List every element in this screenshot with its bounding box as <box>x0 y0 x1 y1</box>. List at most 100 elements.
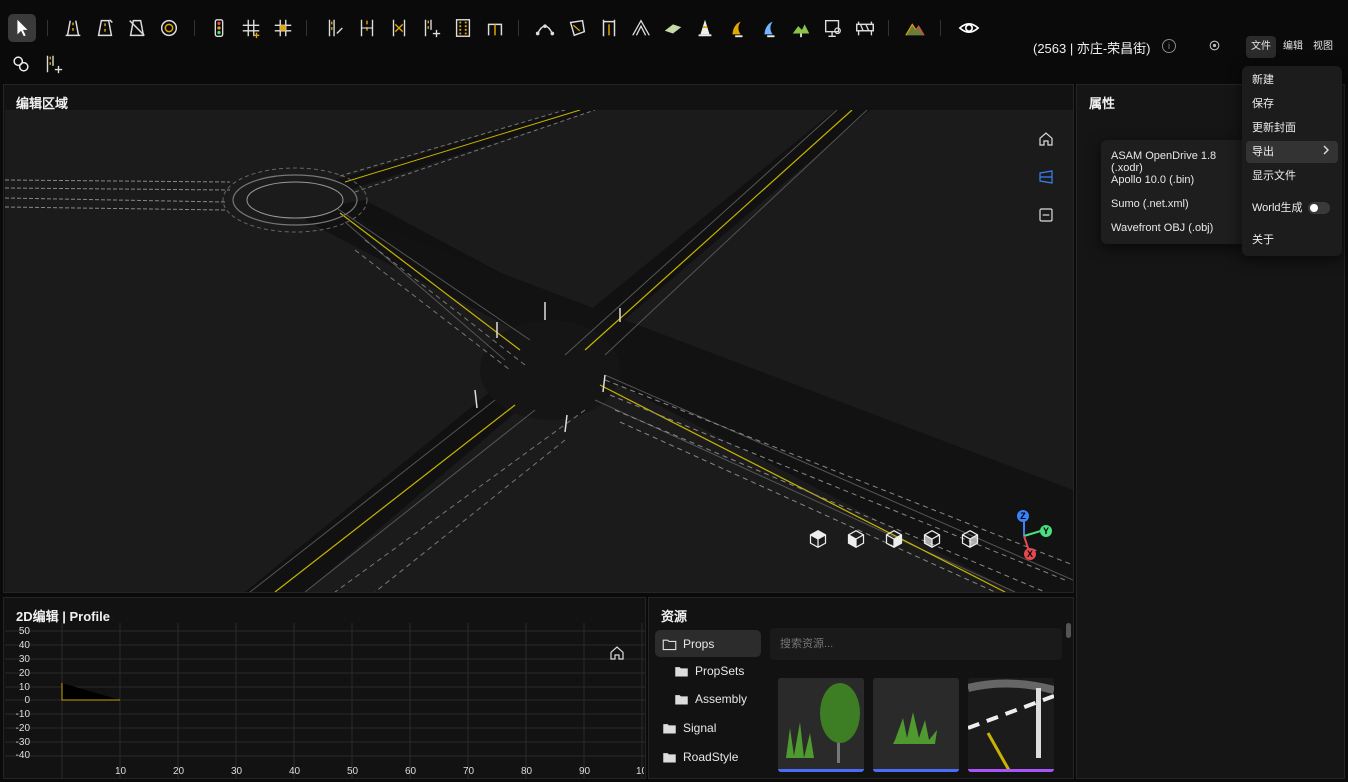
cube-left-icon[interactable] <box>922 529 942 552</box>
menu-item-world-gen[interactable]: World生成 <box>1246 197 1338 219</box>
tree-item-roadstyle[interactable]: RoadStyle <box>662 744 738 770</box>
y-tick-m20: -20 <box>15 723 30 734</box>
x-tick-20: 20 <box>173 766 185 777</box>
bridge-icon[interactable] <box>596 15 622 41</box>
lane-offset-icon[interactable] <box>386 15 412 41</box>
lane-link-icon[interactable] <box>482 15 508 41</box>
link-icon[interactable] <box>8 51 34 77</box>
menu-item-save[interactable]: 保存 <box>1246 93 1338 115</box>
lane-add-icon[interactable] <box>322 15 348 41</box>
tree-label-assembly: Assembly <box>695 692 748 706</box>
resource-scrollbar[interactable] <box>1066 623 1071 638</box>
resource-thumb-grass[interactable] <box>873 678 959 772</box>
road-delete-icon[interactable] <box>124 15 150 41</box>
tunnel-icon[interactable] <box>628 15 654 41</box>
junction-edit-icon[interactable] <box>270 15 296 41</box>
menu-edit[interactable]: 编辑 <box>1280 36 1306 58</box>
curve-icon[interactable] <box>532 15 558 41</box>
cube-top-icon[interactable] <box>808 529 828 552</box>
tree-label-props: Props <box>683 637 715 651</box>
menu-item-export[interactable]: 导出 <box>1246 141 1338 163</box>
viewport-3d[interactable] <box>5 110 1073 592</box>
menu-item-show-file[interactable]: 显示文件 <box>1246 165 1338 187</box>
billboard-icon[interactable] <box>820 15 846 41</box>
y-tick-10: 10 <box>18 682 30 693</box>
info-icon[interactable]: i <box>1162 39 1176 53</box>
road-icon[interactable] <box>60 15 86 41</box>
tree-label-roadstyle: RoadStyle <box>683 750 739 764</box>
export-submenu: ASAM OpenDrive 1.8 (.xodr) Apollo 10.0 (… <box>1101 140 1246 244</box>
cube-front-icon[interactable] <box>846 529 866 552</box>
eye-icon[interactable] <box>956 15 982 41</box>
x-tick-80: 80 <box>521 766 533 777</box>
menu-item-update-cover[interactable]: 更新封面 <box>1246 117 1338 139</box>
traffic-light-icon[interactable] <box>206 15 232 41</box>
folder-icon <box>663 752 676 762</box>
road-edit-icon[interactable] <box>92 15 118 41</box>
axis-gizmo[interactable]: Z Y X <box>1012 508 1060 564</box>
tree-icon[interactable] <box>788 15 814 41</box>
resource-search-input[interactable] <box>770 628 1062 660</box>
settings-icon[interactable] <box>1208 39 1221 55</box>
barrier-icon[interactable] <box>852 15 878 41</box>
resource-thumb-road-marking[interactable] <box>968 678 1054 772</box>
world-gen-toggle[interactable] <box>1308 202 1330 214</box>
tree-item-propsets[interactable]: PropSets <box>674 658 744 684</box>
lane-marking-icon[interactable] <box>450 15 476 41</box>
menu-view[interactable]: 视图 <box>1310 36 1336 58</box>
x-tick-60: 60 <box>405 766 417 777</box>
terrain-icon[interactable] <box>902 15 928 41</box>
properties-title: 属性 <box>1089 96 1116 111</box>
resource-thumb-grass-tree[interactable] <box>778 678 864 772</box>
sign-icon[interactable] <box>756 15 782 41</box>
minimize-icon[interactable] <box>1038 207 1054 226</box>
menu-item-about[interactable]: 关于 <box>1246 229 1338 251</box>
tree-label-propsets: PropSets <box>695 664 745 678</box>
cone-icon[interactable] <box>692 15 718 41</box>
x-tick-70: 70 <box>463 766 475 777</box>
axis-y-label: Y <box>1043 526 1049 536</box>
pointer-icon[interactable] <box>9 15 35 41</box>
tree-item-assembly[interactable]: Assembly <box>674 686 747 712</box>
roundabout-icon[interactable] <box>156 15 182 41</box>
x-tick-100: 10 <box>636 766 644 777</box>
resources-title: 资源 <box>661 609 688 624</box>
cube-back-icon[interactable] <box>960 529 980 552</box>
world-gen-label: World生成 <box>1252 202 1303 214</box>
tree-label-signal: Signal <box>683 721 717 735</box>
menu-item-new[interactable]: 新建 <box>1246 69 1338 91</box>
y-tick-0: 0 <box>24 695 30 706</box>
menu-item-export-label: 导出 <box>1252 146 1274 158</box>
file-menu: 新建 保存 更新封面 导出 显示文件 World生成 关于 <box>1242 66 1342 256</box>
y-tick-30: 30 <box>18 654 30 665</box>
lane-split-icon[interactable] <box>418 15 444 41</box>
home-icon[interactable] <box>1038 131 1054 150</box>
junction-add-icon[interactable] <box>238 15 264 41</box>
profile-home-icon[interactable] <box>609 645 625 664</box>
cube-right-icon[interactable] <box>884 529 904 552</box>
export-xodr[interactable]: ASAM OpenDrive 1.8 (.xodr) <box>1111 150 1246 174</box>
x-tick-50: 50 <box>347 766 359 777</box>
road-network <box>5 110 1073 592</box>
lane-insert-icon[interactable] <box>40 51 66 77</box>
folder-icon <box>675 694 688 704</box>
crosswalk-icon[interactable] <box>660 15 686 41</box>
lane-width-icon[interactable] <box>354 15 380 41</box>
x-tick-90: 90 <box>579 766 591 777</box>
axis-z-label: Z <box>1020 511 1026 521</box>
x-tick-10: 10 <box>115 766 127 777</box>
export-apollo[interactable]: Apollo 10.0 (.bin) <box>1111 174 1194 186</box>
axis-x-label: X <box>1027 549 1033 559</box>
y-tick-m40: -40 <box>15 750 30 761</box>
perspective-icon[interactable] <box>1038 169 1054 188</box>
pole-icon[interactable] <box>724 15 750 41</box>
folder-icon <box>675 666 688 676</box>
folder-open-icon <box>662 639 677 650</box>
tree-item-signal[interactable]: Signal <box>662 715 716 741</box>
profile-chart[interactable] <box>5 623 645 778</box>
polygon-icon[interactable] <box>564 15 590 41</box>
export-obj[interactable]: Wavefront OBJ (.obj) <box>1111 222 1213 234</box>
export-sumo[interactable]: Sumo (.net.xml) <box>1111 198 1189 210</box>
menu-file[interactable]: 文件 <box>1246 36 1276 58</box>
tree-item-props[interactable]: Props <box>662 631 714 657</box>
